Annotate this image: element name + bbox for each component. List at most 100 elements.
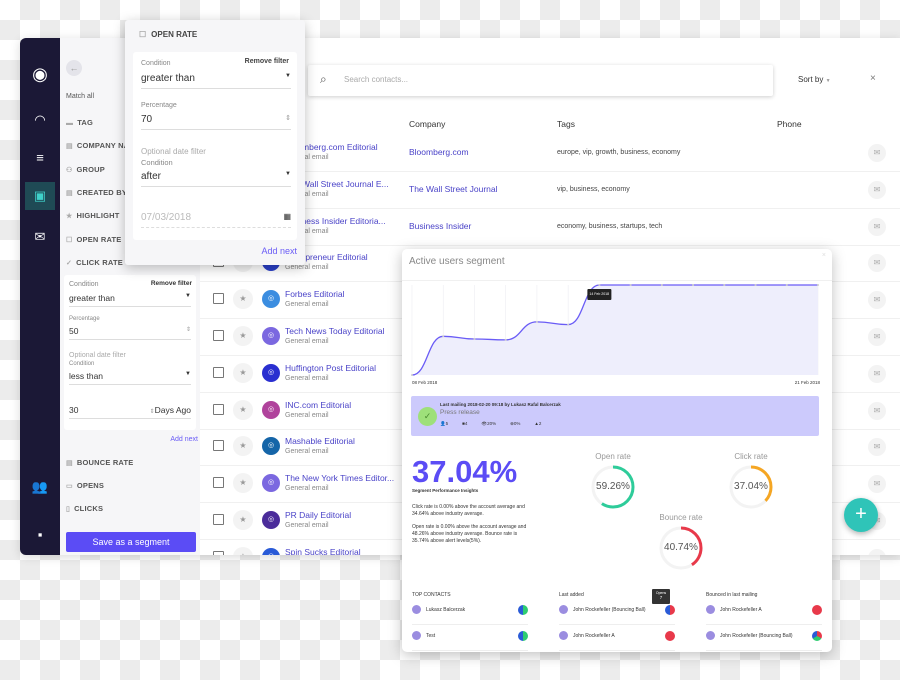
contact-list-item[interactable]: Test	[412, 631, 528, 651]
save-segment-button[interactable]: Save as a segment	[66, 532, 196, 552]
star-icon[interactable]: ★	[233, 436, 253, 457]
percentage-input[interactable]: 70 ⇕	[141, 114, 291, 130]
condition-select[interactable]: greater than ▼	[69, 293, 191, 307]
mail-icon[interactable]: ✉	[868, 438, 886, 457]
star-icon[interactable]: ★	[233, 289, 253, 310]
header-tags[interactable]: Tags	[557, 119, 575, 129]
contact-name[interactable]: Mashable Editorial	[285, 436, 355, 446]
contact-list-item[interactable]: John Rockefeller A	[706, 605, 822, 625]
table-row[interactable]: ★◎The Wall Street Journal E...General em…	[200, 172, 900, 209]
search-bar[interactable]: ⌕ Search contacts...	[308, 65, 773, 96]
star-icon[interactable]: ★	[233, 510, 253, 530]
engagement-pie[interactable]	[518, 605, 528, 615]
header-company[interactable]: Company	[409, 119, 445, 129]
contacts-icon[interactable]: ▣	[25, 182, 55, 210]
stepper-icon[interactable]: ⇕	[285, 114, 291, 122]
table-row[interactable]: ★◎Bloomberg.com EditorialGeneral emailBl…	[200, 135, 900, 172]
users-icon[interactable]: 👥	[25, 473, 55, 501]
row-checkbox[interactable]	[213, 293, 224, 305]
mail-icon[interactable]: ✉	[868, 401, 886, 420]
star-icon[interactable]: ★	[233, 546, 253, 555]
sort-by-dropdown[interactable]: Sort by ▼	[798, 75, 831, 84]
filter-item[interactable]: ▤ CREATED BY	[66, 188, 127, 197]
row-checkbox[interactable]	[213, 330, 224, 341]
date-condition-select[interactable]: after ▼	[141, 171, 291, 187]
calendar-icon[interactable]: ▦	[283, 212, 291, 221]
contact-name[interactable]: Tech News Today Editorial	[285, 326, 385, 336]
contact-name[interactable]: PR Daily Editorial	[285, 510, 351, 520]
filter-item[interactable]: ▭ OPENS	[66, 481, 104, 490]
popup-title-text: OPEN RATE	[151, 30, 198, 39]
add-next-link[interactable]: Add next	[170, 436, 198, 443]
filter-item[interactable]: ✓ CLICK RATE	[66, 258, 123, 267]
date-condition-select[interactable]: less than ▼	[69, 371, 191, 385]
star-icon[interactable]: ★	[233, 326, 253, 346]
remove-filter-button[interactable]: Remove filter	[151, 280, 192, 287]
company-link[interactable]: The Wall Street Journal	[409, 184, 498, 194]
dashboard-icon[interactable]: ◠	[25, 106, 55, 134]
days-input[interactable]: 30 ⇕Days Ago	[69, 405, 191, 419]
contact-list-item[interactable]: John Rockefeller A	[559, 631, 675, 651]
contact-name[interactable]: Huffington Post Editorial	[285, 363, 376, 373]
mail-icon[interactable]: ✉	[868, 364, 886, 383]
mail-icon[interactable]: ✉	[868, 328, 886, 346]
stepper-icon[interactable]: ⇕	[186, 326, 191, 333]
close-button[interactable]: ×	[870, 73, 876, 84]
mail-icon[interactable]: ✉	[868, 144, 886, 162]
contact-name[interactable]: Spin Sucks Editorial	[285, 547, 361, 555]
contact-list-item[interactable]: John Rockefeller (Bouncing Ball)	[559, 605, 675, 625]
mail-icon[interactable]: ✉	[868, 254, 886, 273]
row-checkbox[interactable]	[213, 440, 224, 452]
contact-name[interactable]: Forbes Editorial	[285, 289, 345, 299]
mail-icon[interactable]: ✉	[868, 548, 886, 555]
list-icon[interactable]: ≡	[25, 143, 55, 171]
header-phone[interactable]: Phone	[777, 119, 802, 129]
contact-list-item[interactable]: Lukasz Balcerzak	[412, 605, 528, 625]
last-mailing-card[interactable]: ✓ Last mailing 2018-02-20 09:18 by Lukas…	[411, 396, 819, 436]
star-icon[interactable]: ★	[233, 399, 253, 420]
remove-filter-button[interactable]: Remove filter	[245, 58, 289, 65]
filter-item[interactable]: ⚇ GROUP	[66, 165, 105, 174]
mail-icon[interactable]: ✉	[868, 291, 886, 310]
company-link[interactable]: Business Insider	[409, 221, 471, 231]
filter-item[interactable]: ▯ CLICKS	[66, 504, 103, 513]
star-icon[interactable]: ★	[233, 473, 253, 494]
row-checkbox[interactable]	[213, 366, 224, 378]
mail-icon[interactable]: ✉	[868, 475, 886, 494]
row-checkbox[interactable]	[213, 403, 224, 415]
percentage-input[interactable]: 50 ⇕	[69, 326, 191, 340]
filter-item[interactable]: ☐ OPEN RATE	[66, 235, 121, 244]
contact-list-item[interactable]: John Rockefeller (Bouncing Ball)	[706, 631, 822, 651]
row-checkbox[interactable]	[213, 514, 224, 525]
search-input[interactable]: Search contacts...	[344, 75, 408, 84]
condition-select[interactable]: greater than ▼	[141, 73, 291, 89]
avatar: ◎	[262, 363, 280, 382]
engagement-pie[interactable]	[665, 605, 675, 615]
company-link[interactable]: Bloomberg.com	[409, 147, 469, 157]
add-fab-button[interactable]: +	[844, 498, 878, 532]
contact-name[interactable]: INC.com Editorial	[285, 400, 351, 410]
engagement-pie[interactable]	[518, 631, 528, 641]
search-icon: ⌕	[320, 72, 327, 86]
engagement-pie[interactable]	[665, 631, 675, 641]
filter-item[interactable]: ▤ BOUNCE RATE	[66, 458, 133, 467]
row-checkbox[interactable]	[213, 477, 224, 489]
contact-name[interactable]: The New York Times Editor...	[285, 473, 394, 483]
back-icon[interactable]: ←	[66, 60, 82, 76]
chevron-down-icon: ▼	[825, 78, 831, 84]
add-next-link[interactable]: Add next	[261, 246, 297, 256]
owl-logo-icon[interactable]: ◉	[25, 60, 55, 88]
row-checkbox[interactable]	[213, 550, 224, 555]
engagement-pie[interactable]	[812, 631, 822, 641]
engagement-pie[interactable]	[812, 605, 822, 615]
profile-icon[interactable]: ▪	[25, 520, 55, 548]
star-icon[interactable]: ★	[233, 362, 253, 383]
date-input[interactable]: 07/03/2018 ▦	[141, 212, 291, 228]
mail-open-icon[interactable]: ✉	[25, 223, 55, 251]
filter-item[interactable]: ▬ TAG	[66, 118, 93, 127]
mail-icon[interactable]: ✉	[868, 217, 886, 236]
table-row[interactable]: ★◎Business Insider Editoria...General em…	[200, 209, 900, 246]
filter-item[interactable]: ★ HIGHLIGHT	[66, 211, 120, 220]
close-icon[interactable]: ×	[822, 252, 826, 259]
mail-icon[interactable]: ✉	[868, 180, 886, 199]
